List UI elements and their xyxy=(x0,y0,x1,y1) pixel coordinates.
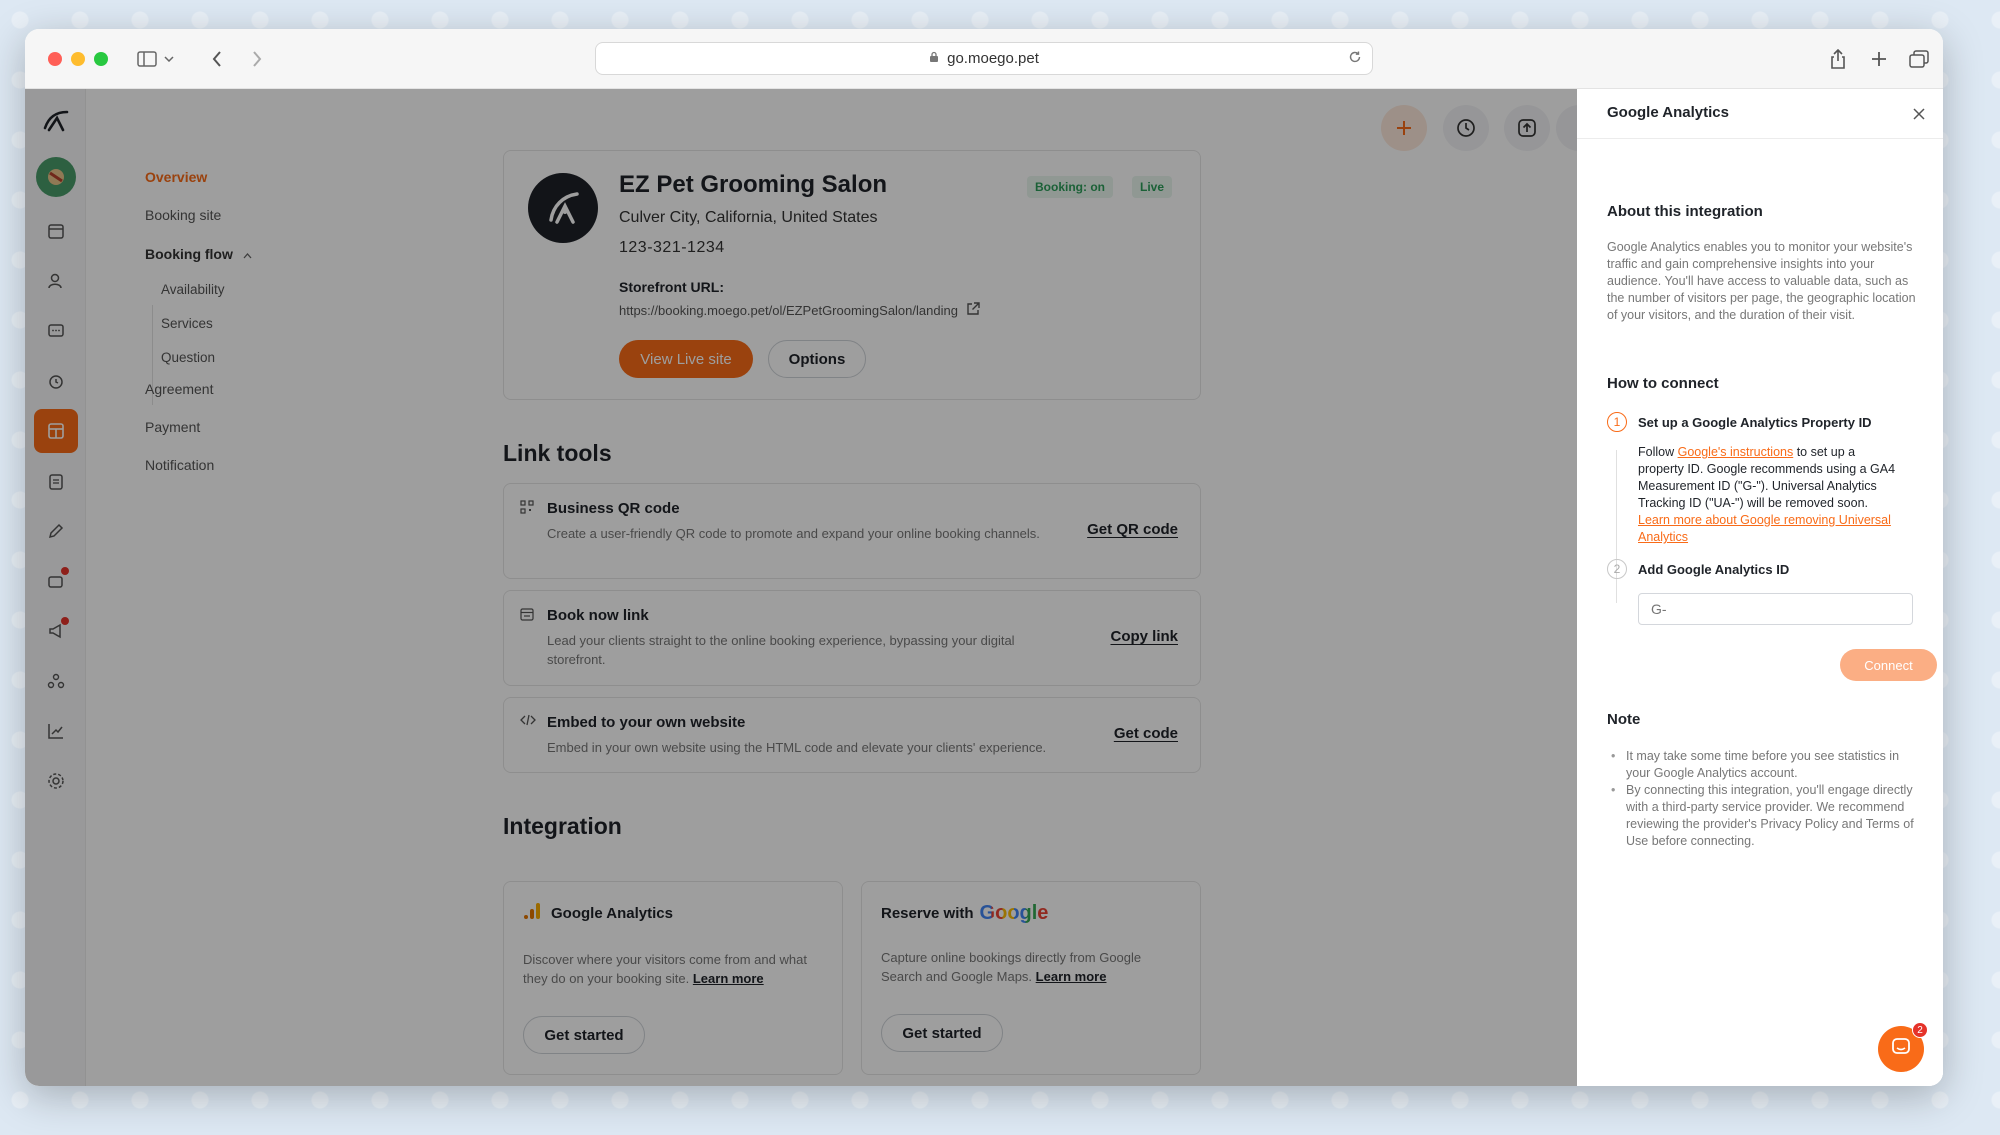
note-heading: Note xyxy=(1607,711,1641,728)
note-list: It may take some time before you see sta… xyxy=(1607,748,1917,850)
close-icon[interactable] xyxy=(1913,104,1925,125)
note-item: By connecting this integration, you'll e… xyxy=(1607,782,1917,850)
browser-toolbar: go.moego.pet xyxy=(25,29,1943,89)
learn-more-ua-link[interactable]: Learn more about Google removing Univers… xyxy=(1638,513,1891,544)
url-text: go.moego.pet xyxy=(947,50,1039,67)
modal-overlay[interactable] xyxy=(25,89,1577,1086)
note-item: It may take some time before you see sta… xyxy=(1607,748,1917,782)
lock-icon xyxy=(929,50,939,67)
ga-id-input[interactable] xyxy=(1638,593,1913,625)
zoom-window-button[interactable] xyxy=(94,52,108,66)
browser-window: go.moego.pet Overview Booking site Booki… xyxy=(25,29,1943,1086)
step-1-text-pre: Follow xyxy=(1638,445,1678,459)
forward-arrow-icon[interactable] xyxy=(243,45,271,73)
step-2-number: 2 xyxy=(1607,559,1627,579)
about-text: Google Analytics enables you to monitor … xyxy=(1607,240,1916,322)
about-heading: About this integration xyxy=(1607,203,1763,220)
google-instructions-link[interactable]: Google's instructions xyxy=(1678,445,1794,459)
minimize-window-button[interactable] xyxy=(71,52,85,66)
step-1-number: 1 xyxy=(1607,412,1627,432)
address-bar[interactable]: go.moego.pet xyxy=(595,42,1373,75)
back-arrow-icon[interactable] xyxy=(203,45,231,73)
reload-icon[interactable] xyxy=(1348,50,1362,68)
share-icon[interactable] xyxy=(1824,45,1852,73)
chat-unread-count: 2 xyxy=(1912,1022,1928,1038)
step-1-body: Follow Google's instructions to set up a… xyxy=(1638,444,1900,546)
how-to-connect-heading: How to connect xyxy=(1607,375,1719,392)
drawer-header: Google Analytics xyxy=(1577,89,1943,139)
new-tab-icon[interactable] xyxy=(1865,45,1893,73)
chat-support-button[interactable]: 2 xyxy=(1878,1022,1928,1072)
drawer-title: Google Analytics xyxy=(1607,104,1729,121)
close-window-button[interactable] xyxy=(48,52,62,66)
chevron-down-icon[interactable] xyxy=(161,45,177,73)
tab-overview-icon[interactable] xyxy=(1905,45,1933,73)
app-area: Overview Booking site Booking flow Avail… xyxy=(25,89,1943,1086)
sidebar-toggle-icon[interactable] xyxy=(133,45,161,73)
step-2-title: Add Google Analytics ID xyxy=(1638,562,1790,577)
step-connector-line xyxy=(1616,450,1617,603)
google-analytics-drawer: Google Analytics About this integration … xyxy=(1577,89,1943,1086)
step-1-title: Set up a Google Analytics Property ID xyxy=(1638,415,1872,430)
connect-button[interactable]: Connect xyxy=(1840,649,1937,681)
chat-bubble-icon xyxy=(1891,1037,1911,1062)
